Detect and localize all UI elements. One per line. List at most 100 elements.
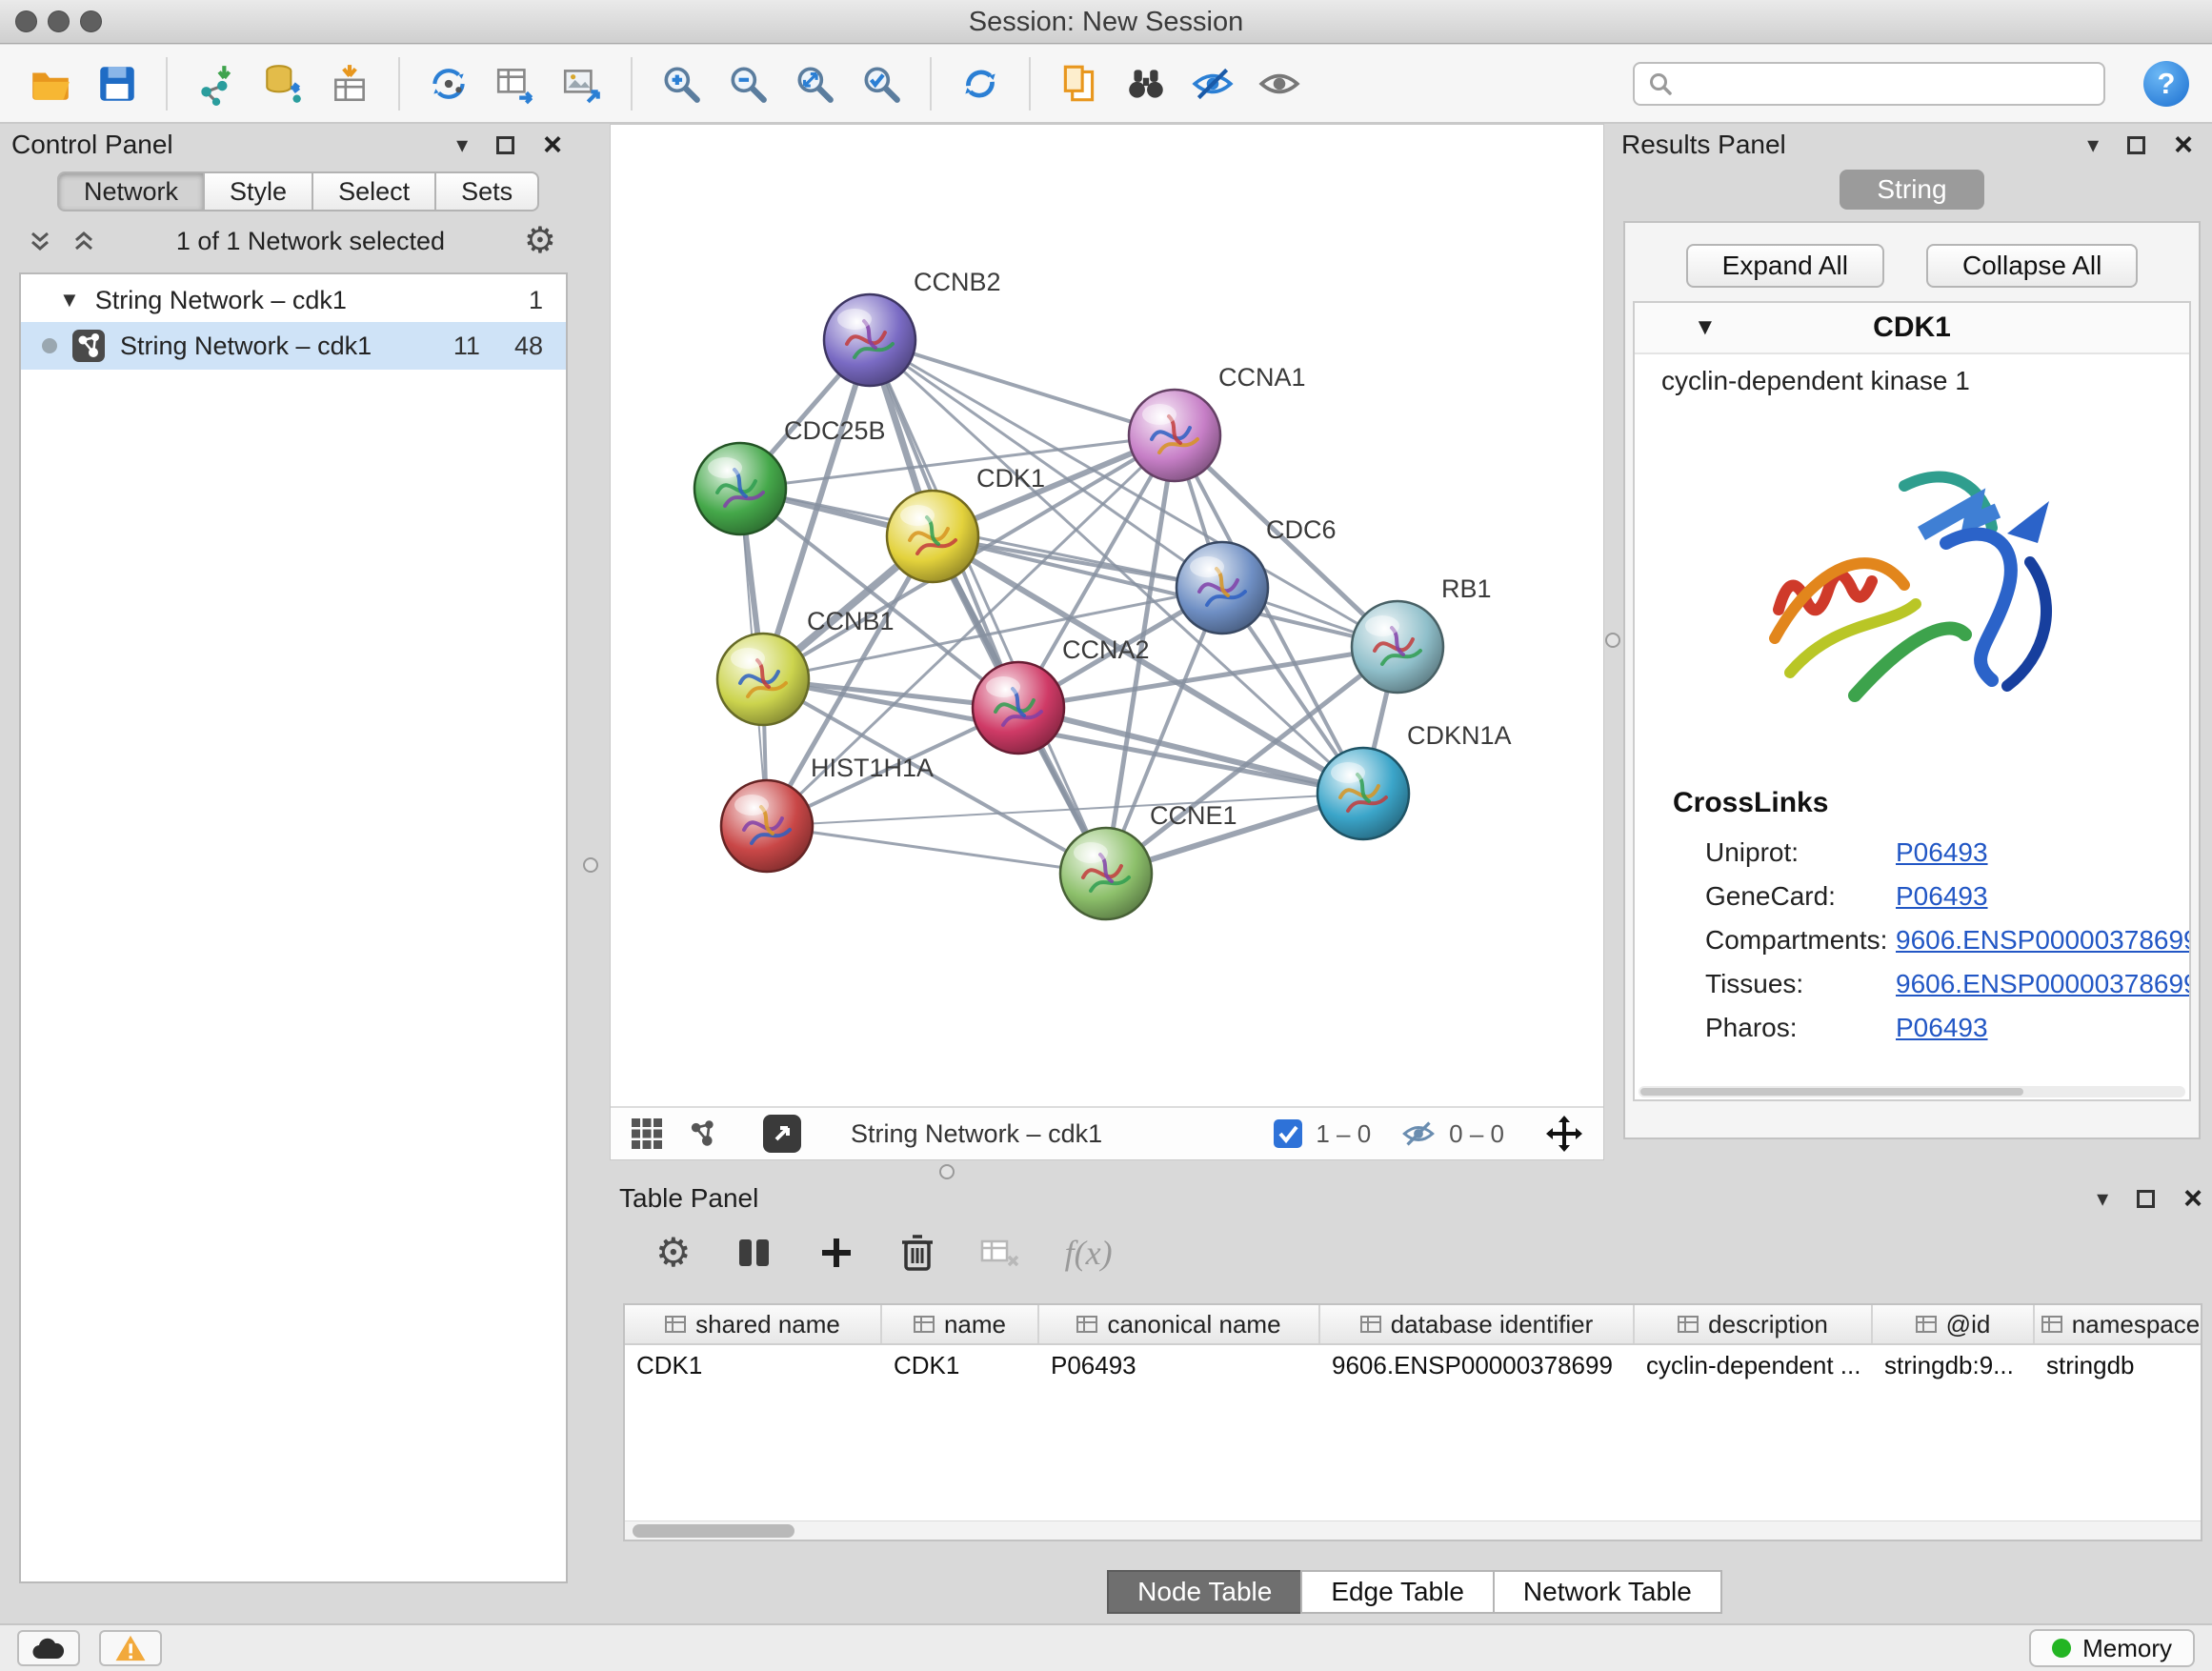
network-edge-CCNB2-CCNA1[interactable]	[870, 340, 1175, 435]
tab-string[interactable]: String	[1840, 170, 1984, 210]
network-node-CCNB2[interactable]: CCNB2	[824, 268, 1001, 386]
table-scrollbar-thumb[interactable]	[633, 1524, 794, 1538]
column-header-name[interactable]: name	[882, 1305, 1039, 1343]
hidden-eye-icon[interactable]	[1401, 1119, 1436, 1148]
crosslink-link[interactable]: 9606.ENSP00000378699	[1896, 925, 2191, 956]
network-node-CDKN1A[interactable]: CDKN1A	[1317, 721, 1512, 839]
import-table-button[interactable]	[322, 56, 377, 111]
left-splitter-handle[interactable]	[583, 857, 598, 873]
column-header-label: canonical name	[1107, 1310, 1280, 1339]
save-session-button[interactable]	[90, 56, 145, 111]
crosslink-link[interactable]: P06493	[1896, 1013, 1988, 1043]
export-document-button[interactable]	[1052, 56, 1107, 111]
panel-close-icon[interactable]: ×	[2174, 135, 2193, 154]
tab-network[interactable]: Network	[57, 171, 205, 211]
tab-node-table[interactable]: Node Table	[1107, 1570, 1302, 1614]
disclosure-triangle-icon[interactable]: ▼	[1694, 314, 1717, 341]
panel-collapse-icon[interactable]: ▾	[2087, 131, 2099, 159]
panel-collapse-icon[interactable]: ▾	[456, 131, 468, 159]
function-builder-icon[interactable]: f(x)	[1065, 1233, 1113, 1273]
zoom-in-button[interactable]	[654, 56, 709, 111]
network-row-selected[interactable]: String Network – cdk1 11 48	[21, 322, 566, 370]
column-header-database-identifier[interactable]: database identifier	[1320, 1305, 1635, 1343]
column-header--id[interactable]: @id	[1873, 1305, 2035, 1343]
expand-all-button[interactable]: Expand All	[1686, 244, 1884, 288]
birdseye-toggle-button[interactable]	[1252, 56, 1307, 111]
gear-icon[interactable]: ⚙	[524, 223, 556, 259]
tab-style[interactable]: Style	[203, 171, 313, 211]
import-network-from-file-button[interactable]	[189, 56, 244, 111]
tab-edge-table[interactable]: Edge Table	[1300, 1570, 1495, 1614]
table-cell[interactable]: stringdb	[2035, 1345, 2202, 1385]
table-settings-gear-icon[interactable]: ⚙	[655, 1235, 692, 1271]
tab-sets[interactable]: Sets	[434, 171, 539, 211]
right-splitter-handle[interactable]	[1605, 633, 1620, 648]
export-image-button[interactable]	[554, 56, 610, 111]
results-scrollbar-thumb[interactable]	[1640, 1088, 2023, 1096]
minimize-window-button[interactable]	[48, 10, 70, 32]
table-cell[interactable]: CDK1	[882, 1345, 1039, 1385]
help-button[interactable]: ?	[2143, 61, 2189, 107]
panel-collapse-icon[interactable]: ▾	[2097, 1185, 2108, 1213]
panel-close-icon[interactable]: ×	[2183, 1189, 2202, 1208]
close-window-button[interactable]	[15, 10, 37, 32]
share-network-icon[interactable]	[685, 1117, 719, 1151]
network-node-CCNA1[interactable]: CCNA1	[1129, 363, 1306, 481]
gene-section-header[interactable]: ▼ CDK1	[1635, 303, 2189, 354]
column-header-namespace[interactable]: namespace	[2035, 1305, 2202, 1343]
table-cell[interactable]: cyclin-dependent ...	[1635, 1345, 1873, 1385]
disclosure-triangle-icon[interactable]: ▼	[59, 288, 80, 312]
grid-mode-icon[interactable]	[630, 1117, 664, 1151]
column-header-shared-name[interactable]: shared name	[625, 1305, 882, 1343]
panel-close-icon[interactable]: ×	[543, 135, 562, 154]
network-node-CCNB1[interactable]: CCNB1	[717, 607, 895, 725]
panel-float-icon[interactable]	[2127, 136, 2145, 154]
import-network-from-database-button[interactable]	[255, 56, 311, 111]
column-header-canonical-name[interactable]: canonical name	[1039, 1305, 1320, 1343]
table-cell[interactable]: P06493	[1039, 1345, 1320, 1385]
network-node-RB1[interactable]: RB1	[1352, 574, 1492, 693]
network-node-HIST1H1A[interactable]: HIST1H1A	[721, 754, 934, 872]
zoom-selected-button[interactable]	[854, 56, 909, 111]
bottom-splitter-handle[interactable]	[939, 1164, 955, 1179]
crosslink-link[interactable]: P06493	[1896, 881, 1988, 912]
crosslink-link[interactable]: 9606.ENSP00000378699	[1896, 969, 2191, 999]
network-collection-row[interactable]: ▼ String Network – cdk1 1	[21, 278, 566, 322]
cloud-status-button[interactable]	[17, 1630, 80, 1666]
network-edge-CCNB2-CCNE1[interactable]	[870, 340, 1106, 874]
center-view-crosshair-icon[interactable]	[1544, 1114, 1584, 1154]
delete-column-trash-icon[interactable]	[899, 1233, 935, 1273]
crosslink-link[interactable]: P06493	[1896, 837, 1988, 868]
panel-float-icon[interactable]	[2137, 1190, 2155, 1208]
open-session-button[interactable]	[23, 56, 78, 111]
network-node-CDK1[interactable]: CDK1	[887, 464, 1045, 582]
panel-float-icon[interactable]	[496, 136, 514, 154]
collapse-all-button[interactable]: Collapse All	[1926, 244, 2138, 288]
selected-checkbox-icon[interactable]	[1274, 1119, 1302, 1148]
network-node-CCNE1[interactable]: CCNE1	[1060, 801, 1237, 919]
columns-icon[interactable]	[735, 1234, 774, 1272]
column-header-description[interactable]: description	[1635, 1305, 1873, 1343]
table-cell[interactable]: CDK1	[625, 1345, 882, 1385]
network-edge-CCNE1-HIST1H1A[interactable]	[767, 826, 1106, 874]
network-canvas[interactable]: CCNB2CCNA1CDC25BCDK1CDC6RB1CCNB1CCNA2CDK…	[611, 125, 1603, 1106]
zoom-fit-button[interactable]	[787, 56, 842, 111]
table-cell[interactable]: stringdb:9...	[1873, 1345, 2035, 1385]
zoom-out-button[interactable]	[720, 56, 775, 111]
new-network-from-selection-button[interactable]	[421, 56, 476, 111]
warnings-button[interactable]	[99, 1630, 162, 1666]
add-column-icon[interactable]	[817, 1234, 855, 1272]
collapse-all-icon[interactable]	[27, 228, 53, 254]
memory-button[interactable]: Memory	[2029, 1629, 2195, 1667]
table-cell[interactable]: 9606.ENSP00000378699	[1320, 1345, 1635, 1385]
export-table-button[interactable]	[488, 56, 543, 111]
tab-network-table[interactable]: Network Table	[1493, 1570, 1722, 1614]
search-input[interactable]	[1682, 68, 2090, 99]
expand-all-icon[interactable]	[70, 228, 97, 254]
graphics-details-button[interactable]	[1185, 56, 1240, 111]
refresh-button[interactable]	[953, 56, 1008, 111]
tab-select[interactable]: Select	[312, 171, 436, 211]
find-button[interactable]	[1118, 56, 1174, 111]
export-view-icon[interactable]	[763, 1115, 801, 1153]
zoom-window-button[interactable]	[80, 10, 102, 32]
